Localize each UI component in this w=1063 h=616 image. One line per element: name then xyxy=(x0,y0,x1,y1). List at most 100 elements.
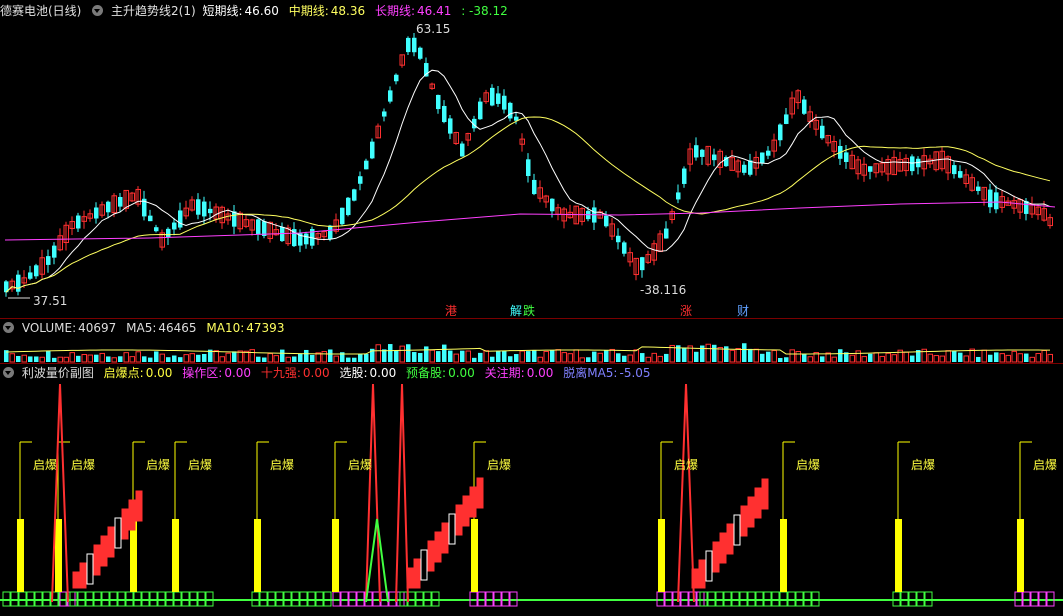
volume-bar-up xyxy=(519,350,525,363)
indicator-header: 利波量价副图 启爆点: 0.00 操作区: 0.00 十九强: 0.00 选股: 0.0… xyxy=(0,365,657,381)
candle-down xyxy=(52,245,57,258)
volume-pane[interactable]: VOLUME: 40697 MA5: 46465 MA10: 47393 xyxy=(0,319,1063,363)
volume-bar-down xyxy=(202,354,207,362)
volume-label: VOLUME: xyxy=(21,321,77,335)
volume-bar-up xyxy=(543,350,549,363)
volume-bar-down xyxy=(106,356,111,362)
volume-bar-down xyxy=(358,353,363,362)
volume-bar-down xyxy=(388,344,393,362)
volume-bar-down xyxy=(784,357,789,362)
candle-down xyxy=(412,37,417,53)
candle-down xyxy=(460,143,465,157)
volume-bar-down xyxy=(328,349,333,362)
volume-bar-up xyxy=(1005,354,1011,363)
candle-down xyxy=(436,94,441,110)
stair-block xyxy=(747,496,755,528)
volume-bar-down xyxy=(952,350,957,362)
candle-down xyxy=(394,74,399,82)
volume-bar-up xyxy=(657,355,663,363)
volume-bar-up xyxy=(159,353,165,363)
stair-block xyxy=(107,526,115,558)
marker-die: 跌 xyxy=(523,304,536,318)
candle-down xyxy=(760,152,765,164)
candlestick-chart[interactable] xyxy=(0,0,1063,318)
indicator-chart[interactable] xyxy=(0,364,1063,616)
candle-down xyxy=(712,154,717,161)
collapse-icon[interactable] xyxy=(3,367,14,378)
candle-down xyxy=(388,90,393,102)
stair-block xyxy=(128,499,136,531)
signal-bar xyxy=(658,519,665,592)
signal-bar xyxy=(172,519,179,592)
volume-bar-down xyxy=(766,351,771,362)
volume-bar-up xyxy=(885,352,891,363)
volume-bar-up xyxy=(1035,353,1041,363)
candle-down xyxy=(910,156,915,172)
collapse-icon[interactable] xyxy=(3,322,14,333)
tuoli-value: -5.05 xyxy=(619,366,651,380)
candle-down xyxy=(748,160,753,175)
volume-bar-down xyxy=(994,352,999,362)
candle-down xyxy=(550,198,555,212)
candle-down xyxy=(676,192,681,200)
stair-block xyxy=(754,487,762,519)
volume-bar-up xyxy=(135,351,141,363)
stair-block xyxy=(79,562,87,589)
volume-bar-down xyxy=(76,355,81,362)
volume-bar-up xyxy=(861,356,867,363)
volume-bar-down xyxy=(364,353,369,362)
signal-label: 启爆 xyxy=(911,458,936,472)
signal-bar xyxy=(332,519,339,592)
volume-bar-up xyxy=(375,344,381,363)
volume-bar-down xyxy=(550,350,555,362)
volume-bar-up xyxy=(645,356,651,363)
volume-bar-up xyxy=(981,349,987,363)
volume-bar-down xyxy=(592,351,597,362)
volume-bar-down xyxy=(34,356,39,362)
candle-down xyxy=(94,207,99,219)
volume-bar-up xyxy=(285,356,291,363)
stair-block xyxy=(740,505,748,537)
volume-bar-down xyxy=(256,356,261,362)
candle-down xyxy=(976,186,981,192)
candle-down xyxy=(508,102,513,119)
volume-bar-up xyxy=(579,357,585,363)
volume-bar-up xyxy=(453,353,459,363)
volume-bar-up xyxy=(573,349,579,363)
collapse-icon[interactable] xyxy=(92,5,104,16)
volume-bar-down xyxy=(28,356,33,362)
candle-down xyxy=(490,87,495,106)
ma10-label: MA10: xyxy=(206,321,245,335)
candle-down xyxy=(178,210,183,228)
volume-bar-down xyxy=(52,357,57,362)
volume-bar-down xyxy=(604,349,609,362)
indicator-pane[interactable]: 利波量价副图 启爆点: 0.00 操作区: 0.00 十九强: 0.00 选股: 0.0… xyxy=(0,364,1063,616)
candle-down xyxy=(766,150,771,156)
candle-down xyxy=(448,118,453,134)
volume-bar-up xyxy=(537,356,543,363)
volume-bar-down xyxy=(280,349,285,362)
candle-down xyxy=(682,168,687,184)
volume-bar-down xyxy=(748,348,753,362)
signal-bar xyxy=(895,519,902,592)
long-value: 46.41 xyxy=(417,4,452,18)
volume-bar-up xyxy=(225,352,231,363)
signal-label: 启爆 xyxy=(146,458,171,472)
candle-down xyxy=(46,256,51,265)
long-label: 长期线: xyxy=(374,4,416,18)
volume-bar-up xyxy=(39,356,45,363)
stair-block xyxy=(476,477,484,509)
volume-bar-up xyxy=(879,355,885,363)
price-header: 德赛电池(日线) 主升趋势线2(1) 短期线: 46.60 中期线: 48.36 长… xyxy=(0,3,514,19)
price-pane[interactable]: 德赛电池(日线) 主升趋势线2(1) 短期线: 46.60 中期线: 48.36 长… xyxy=(0,0,1063,318)
volume-bar-up xyxy=(873,352,879,363)
volume-bar-up xyxy=(1047,353,1053,363)
volume-bar-up xyxy=(81,354,87,363)
volume-bar-up xyxy=(807,356,813,363)
volume-bar-up xyxy=(63,356,69,363)
volume-bar-up xyxy=(189,353,195,363)
volume-bar-up xyxy=(651,352,657,363)
volume-bar-down xyxy=(664,353,669,362)
volume-bar-up xyxy=(1011,350,1017,363)
stair-block xyxy=(406,567,414,589)
